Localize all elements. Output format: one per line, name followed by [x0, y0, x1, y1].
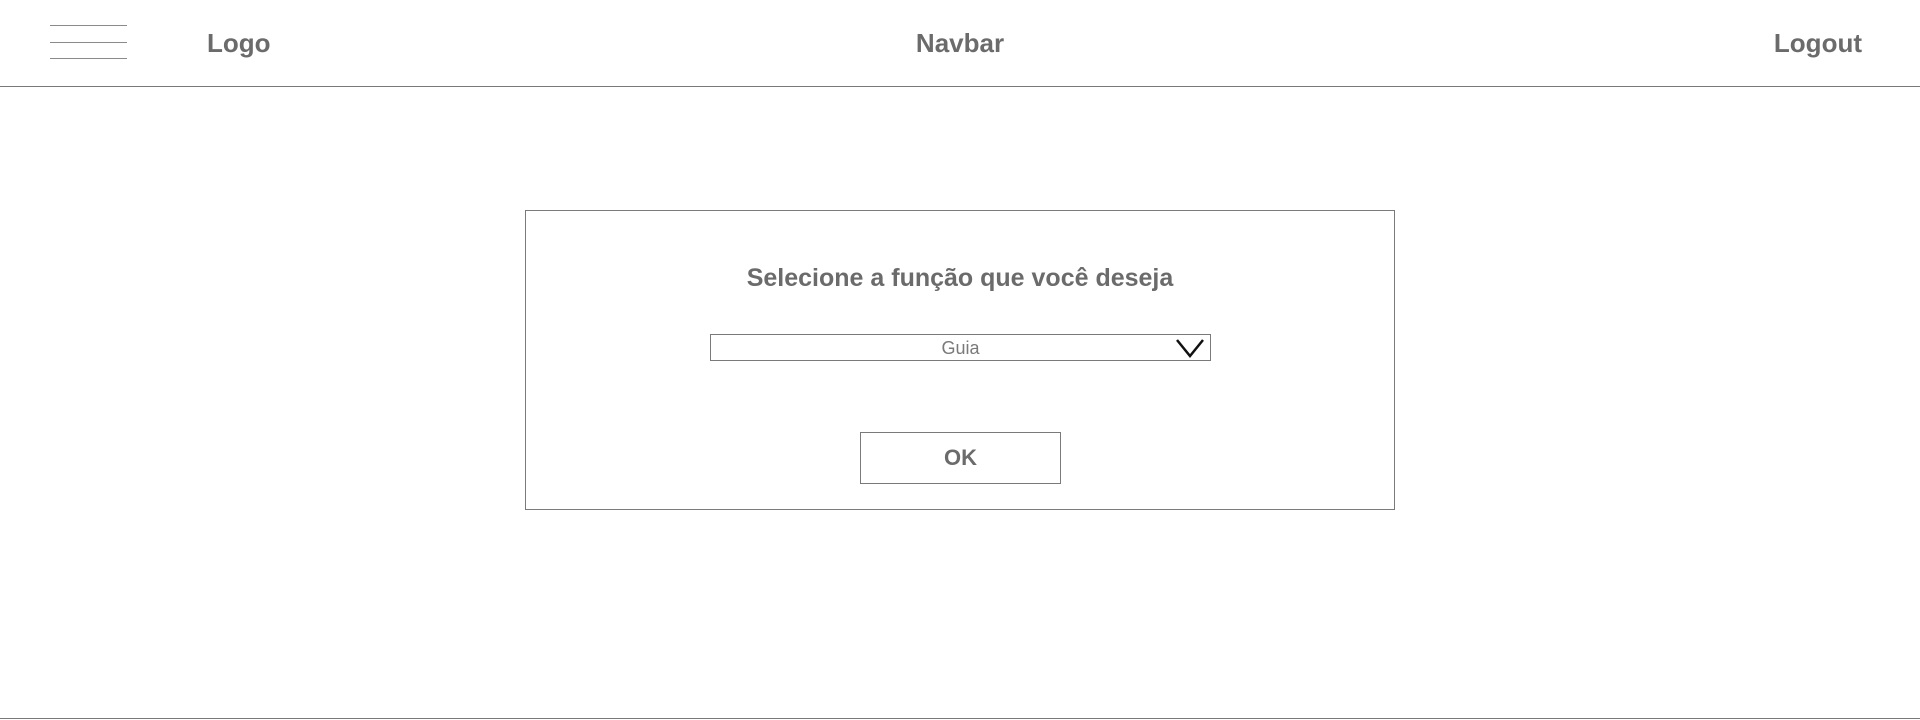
page: Logo Navbar Logout Selecione a função qu… — [0, 0, 1920, 720]
navbar: Logo Navbar Logout — [0, 0, 1920, 87]
chevron-down-icon — [1176, 339, 1204, 358]
ok-button[interactable]: OK — [860, 432, 1061, 484]
role-selection-dialog: Selecione a função que você deseja Guia … — [525, 210, 1395, 510]
logout-link[interactable]: Logout — [1774, 26, 1862, 60]
bottom-divider — [0, 718, 1920, 719]
role-select-value: Guia — [941, 338, 980, 358]
dialog-title: Selecione a função que você deseja — [746, 264, 1174, 292]
navbar-title: Navbar — [915, 28, 1005, 58]
role-select[interactable]: Guia — [710, 334, 1211, 361]
